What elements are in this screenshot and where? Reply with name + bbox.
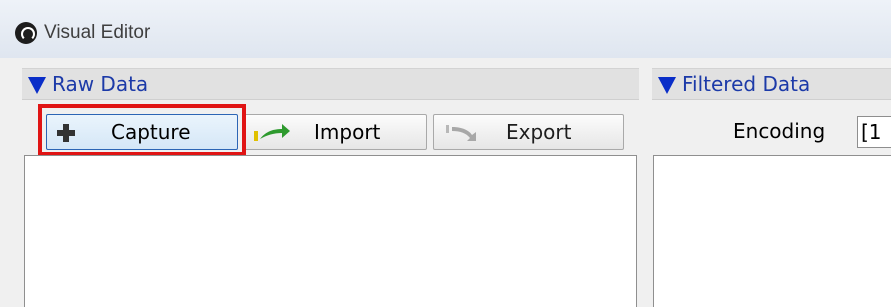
import-arrow-icon (254, 124, 290, 141)
collapse-triangle-icon[interactable] (28, 77, 46, 94)
editor-window: Raw Data Filtered Data Capture Import Ex… (0, 58, 891, 307)
filtered-data-panel[interactable] (653, 155, 891, 307)
window-title: Visual Editor (44, 22, 151, 43)
export-label: Export (506, 120, 572, 144)
import-button[interactable]: Import (243, 114, 427, 150)
raw-data-panel[interactable] (24, 155, 637, 307)
import-label: Import (314, 120, 381, 144)
filtered-data-title: Filtered Data (682, 72, 811, 96)
raw-data-title: Raw Data (52, 72, 149, 96)
title-bar: Visual Editor (0, 0, 891, 58)
filtered-data-header[interactable]: Filtered Data (652, 68, 891, 100)
app-logo-icon (15, 22, 37, 44)
raw-data-header[interactable]: Raw Data (22, 68, 639, 100)
export-button[interactable]: Export (433, 114, 624, 150)
export-arrow-icon (446, 125, 476, 141)
capture-highlight-box (38, 104, 246, 156)
encoding-select[interactable]: [1 (857, 116, 891, 148)
collapse-triangle-icon[interactable] (658, 77, 676, 94)
encoding-label: Encoding (733, 119, 826, 143)
